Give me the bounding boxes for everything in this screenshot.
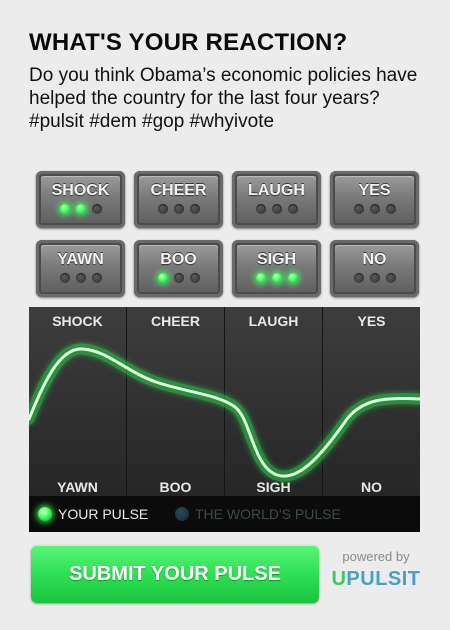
pulse-chart-area: SHOCK CHEER LAUGH YES YAWN BOO SIGH NO — [29, 307, 420, 496]
intensity-dots — [134, 273, 223, 283]
reaction-button-sigh[interactable]: SIGH — [232, 240, 321, 297]
intensity-dot-lit-icon — [157, 273, 168, 283]
intensity-dots — [36, 273, 125, 283]
pulse-legend: YOUR PULSE THE WORLD'S PULSE — [29, 496, 420, 532]
pulse-panel[interactable]: SHOCK CHEER LAUGH YES YAWN BOO SIGH NO Y… — [29, 307, 420, 532]
reaction-button-label: LAUGH — [248, 182, 305, 199]
intensity-dot-icon — [369, 273, 380, 283]
legend-worlds-pulse[interactable]: THE WORLD'S PULSE — [175, 506, 341, 522]
reaction-button-cheer[interactable]: CHEER — [134, 171, 223, 228]
intensity-dot-lit-icon — [59, 204, 70, 214]
intensity-dot-icon — [75, 273, 86, 283]
pulse-label-yawn: YAWN — [57, 479, 98, 495]
reaction-button-label: YES — [358, 182, 391, 199]
reaction-widget: WHAT'S YOUR REACTION? Do you think Obama… — [0, 0, 450, 630]
pulse-label-boo: BOO — [159, 479, 192, 495]
reaction-button-yawn[interactable]: YAWN — [36, 240, 125, 297]
intensity-dot-icon — [271, 204, 282, 214]
intensity-dots — [232, 273, 321, 283]
intensity-dot-icon — [91, 204, 102, 214]
reaction-button-shock[interactable]: SHOCK — [36, 171, 125, 228]
widget-title: WHAT'S YOUR REACTION? — [29, 29, 348, 56]
intensity-dot-lit-icon — [287, 273, 298, 283]
upulsit-logo[interactable]: UPULSIT — [331, 568, 421, 591]
intensity-dot-icon — [385, 273, 396, 283]
intensity-dots — [330, 273, 419, 283]
intensity-dot-icon — [369, 204, 380, 214]
brand-rest: PULSIT — [346, 568, 421, 590]
intensity-dot-lit-icon — [75, 204, 86, 214]
reaction-button-yes[interactable]: YES — [330, 171, 419, 228]
reaction-button-label: BOO — [160, 251, 197, 268]
intensity-dot-icon — [385, 204, 396, 214]
intensity-dot-icon — [173, 273, 184, 283]
intensity-dots — [330, 204, 419, 214]
reaction-button-label: SIGH — [256, 251, 297, 268]
reaction-button-label: SHOCK — [51, 182, 110, 199]
intensity-dots — [36, 204, 125, 214]
reaction-button-no[interactable]: NO — [330, 240, 419, 297]
intensity-dot-icon — [353, 204, 364, 214]
intensity-dot-icon — [59, 273, 70, 283]
intensity-dot-icon — [157, 204, 168, 214]
powered-by-block: powered by UPULSIT — [331, 549, 421, 591]
reaction-button-label: NO — [362, 251, 387, 268]
intensity-dot-lit-icon — [271, 273, 282, 283]
intensity-dot-icon — [173, 204, 184, 214]
powered-by-text: powered by — [342, 549, 410, 564]
legend-your-pulse-label: YOUR PULSE — [58, 506, 149, 522]
intensity-dot-lit-icon — [255, 273, 266, 283]
legend-worlds-pulse-label: THE WORLD'S PULSE — [195, 506, 341, 522]
intensity-dot-icon — [287, 204, 298, 214]
intensity-dot-icon — [353, 273, 364, 283]
submit-pulse-button[interactable]: SUBMIT YOUR PULSE — [31, 545, 319, 603]
intensity-dots — [134, 204, 223, 214]
intensity-dot-icon — [255, 204, 266, 214]
pulse-label-sigh: SIGH — [256, 479, 291, 495]
intensity-dot-icon — [189, 204, 200, 214]
reaction-button-label: CHEER — [150, 182, 207, 199]
intensity-dots — [232, 204, 321, 214]
reaction-button-boo[interactable]: BOO — [134, 240, 223, 297]
submit-pulse-label: SUBMIT YOUR PULSE — [69, 563, 281, 585]
brand-u: U — [331, 568, 347, 590]
your-pulse-line — [29, 343, 420, 482]
worlds-pulse-dot-icon — [175, 507, 189, 521]
intensity-dot-icon — [189, 273, 200, 283]
your-pulse-dot-icon — [38, 507, 52, 521]
reaction-button-laugh[interactable]: LAUGH — [232, 171, 321, 228]
pulse-label-no: NO — [361, 479, 382, 495]
question-text: Do you think Obama’s economic policies h… — [29, 65, 418, 132]
reaction-button-grid: SHOCK CHEER LAUGH YES YAWN BOO SIGH NO — [36, 171, 420, 303]
legend-your-pulse[interactable]: YOUR PULSE — [38, 506, 148, 522]
reaction-button-label: YAWN — [57, 251, 104, 268]
intensity-dot-icon — [91, 273, 102, 283]
